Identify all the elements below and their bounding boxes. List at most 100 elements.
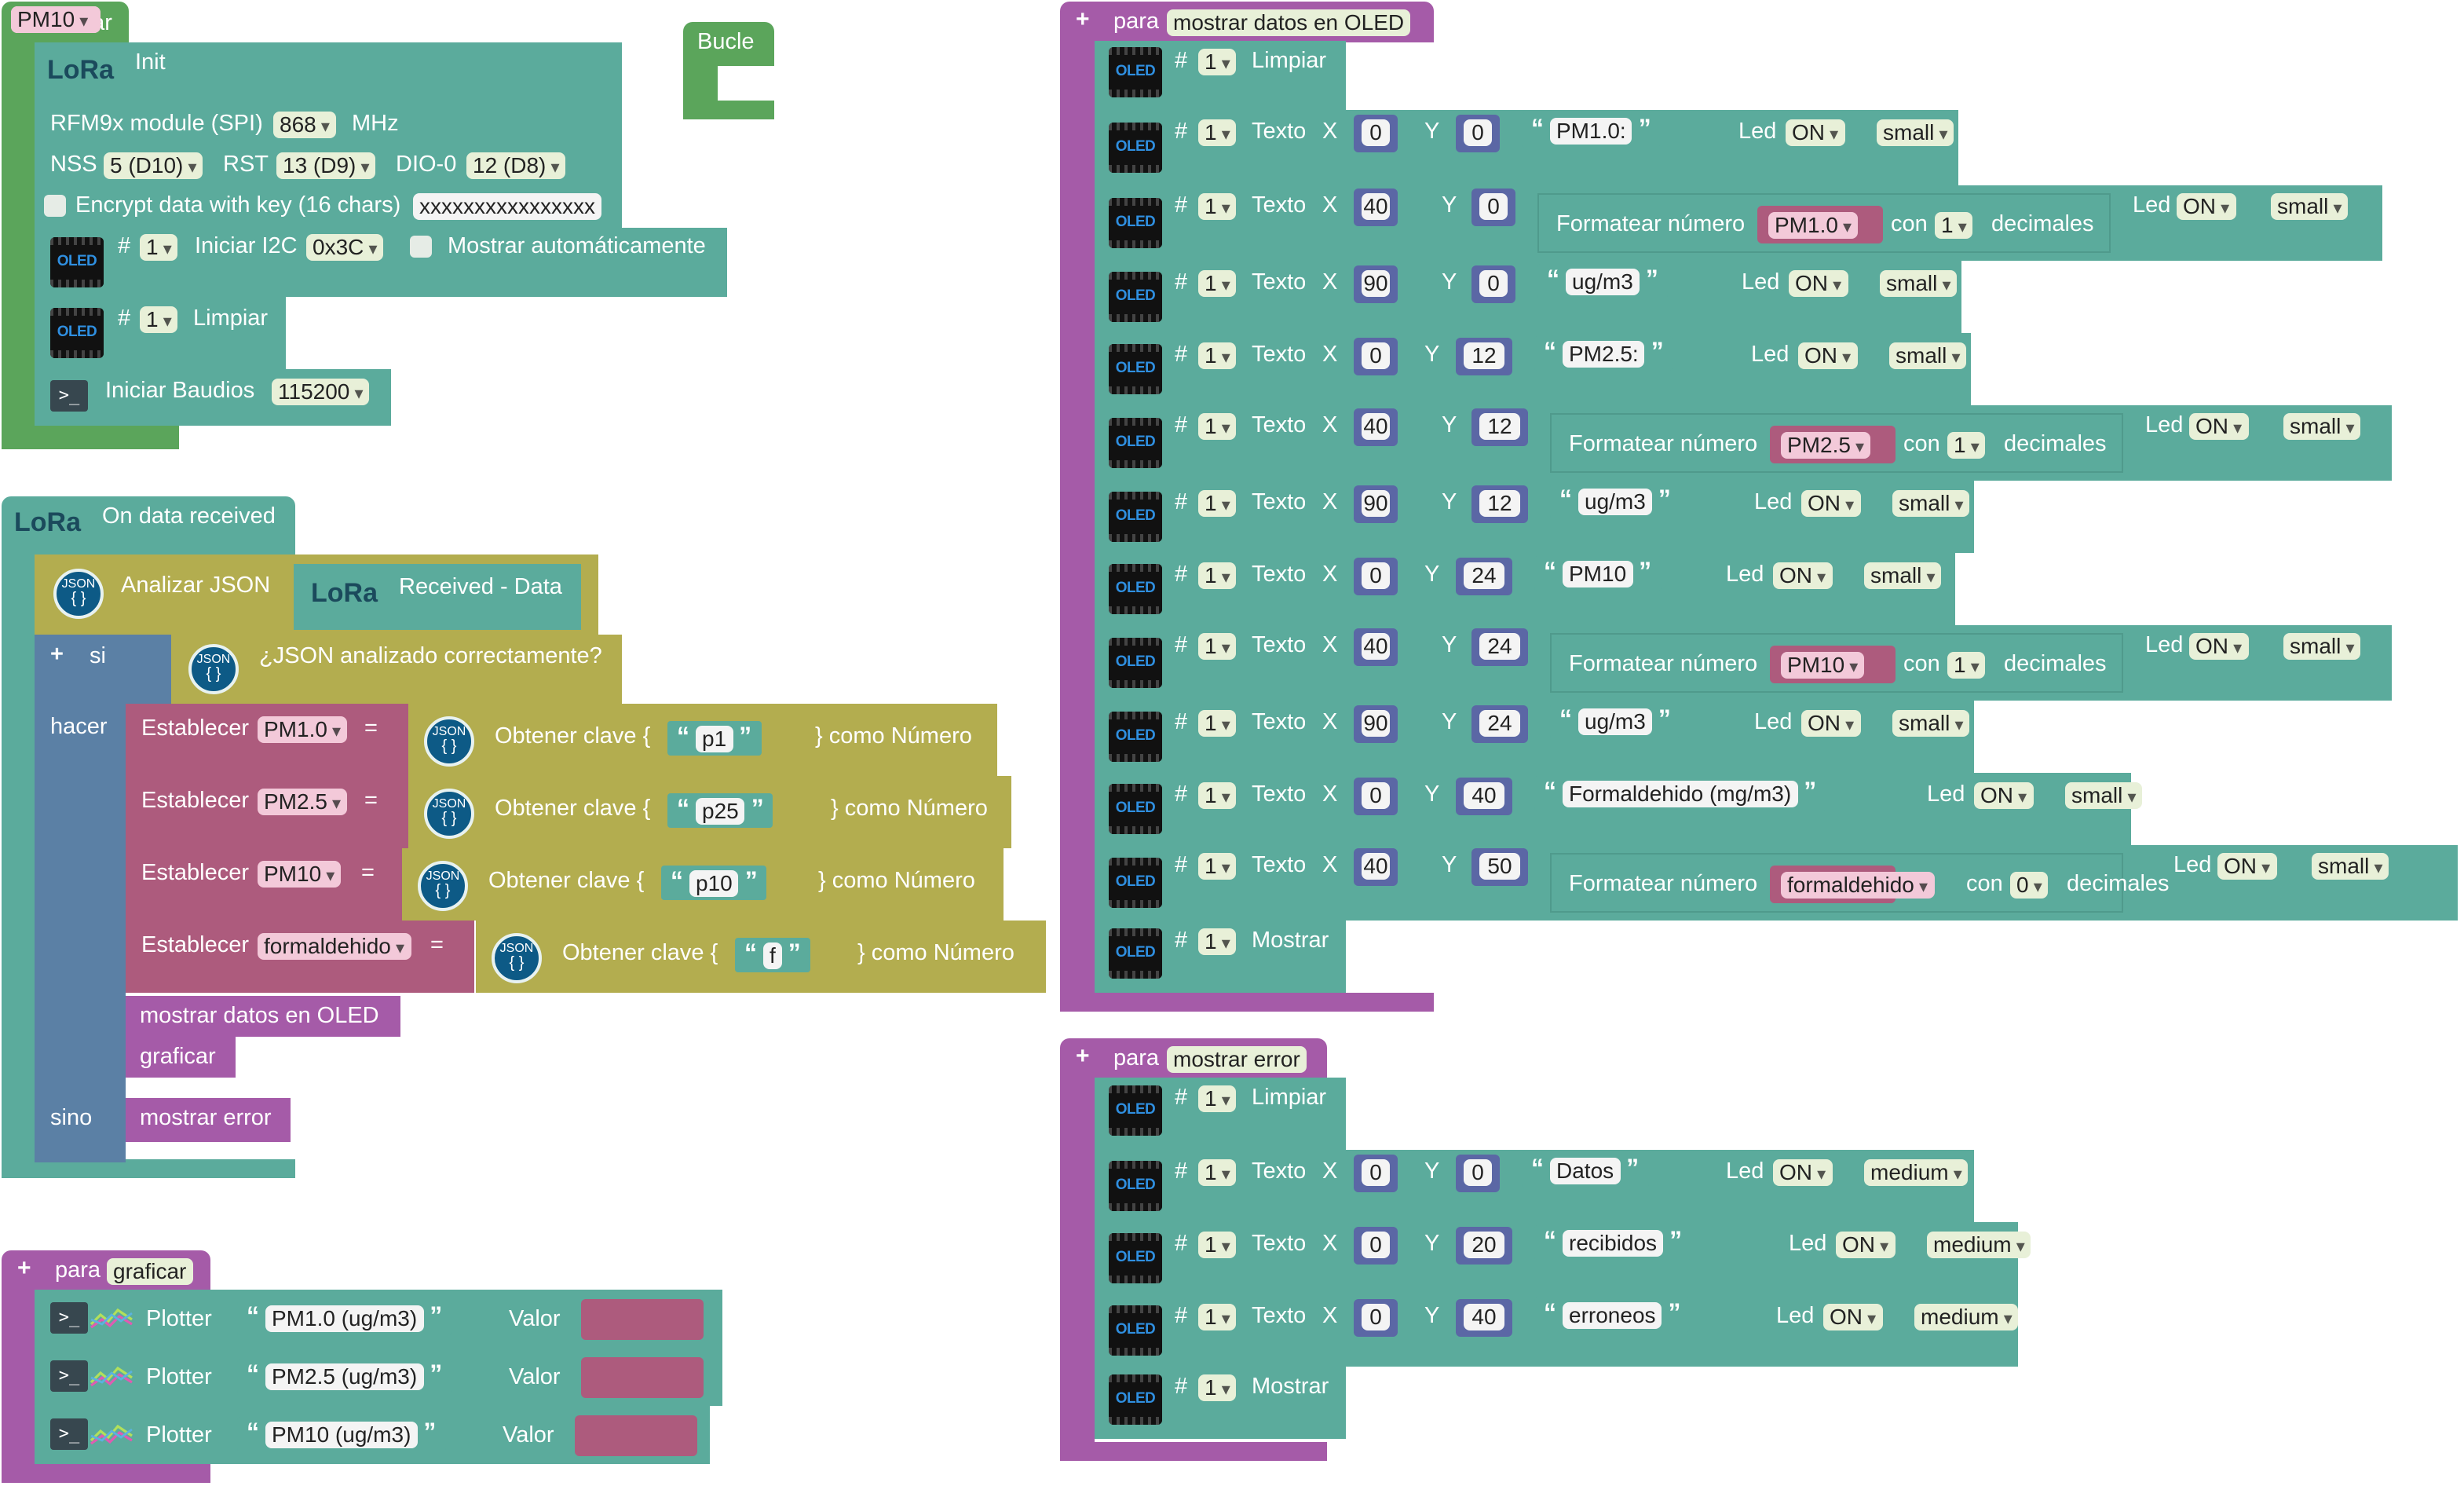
size-dropdown[interactable]: medium <box>1864 1159 1969 1186</box>
plus-icon[interactable]: + <box>1076 6 1090 35</box>
oled-num-dropdown[interactable]: 1 <box>1198 270 1237 297</box>
string-value[interactable]: ug/m3 <box>1578 708 1652 734</box>
variable-dropdown[interactable]: PM1.0 <box>258 716 348 743</box>
string-value[interactable]: PM10 <box>1563 560 1633 587</box>
led-dropdown[interactable]: ON <box>1801 490 1861 517</box>
variable-dropdown[interactable]: formaldehido <box>258 933 411 960</box>
string-block[interactable]: “ug/m3” <box>1550 704 1680 738</box>
string-value[interactable]: Formaldehido (mg/m3) <box>1563 780 1798 807</box>
size-dropdown[interactable]: small <box>2312 853 2389 880</box>
oled-num-dropdown[interactable]: 1 <box>1198 490 1237 517</box>
string-value[interactable]: PM1.0: <box>1550 117 1632 144</box>
number-value[interactable]: 12 <box>1464 342 1504 369</box>
string-value[interactable]: Datos <box>1550 1157 1621 1184</box>
led-dropdown[interactable]: ON <box>1773 1159 1833 1186</box>
led-dropdown[interactable]: ON <box>1801 710 1861 737</box>
string-value[interactable]: PM1.0 (ug/m3) <box>265 1305 424 1331</box>
number-value[interactable]: 50 <box>1479 853 1520 880</box>
y-number-block[interactable]: 0 <box>1456 1155 1500 1192</box>
y-number-block[interactable]: 0 <box>1471 265 1515 303</box>
number-value[interactable]: 24 <box>1464 562 1504 589</box>
oled-num-dropdown[interactable]: 1 <box>1198 562 1237 589</box>
number-value[interactable]: 0 <box>1362 342 1390 369</box>
number-value[interactable]: 24 <box>1479 633 1520 660</box>
variable-get-block[interactable] <box>581 1299 704 1340</box>
size-dropdown[interactable]: small <box>1864 562 1942 589</box>
x-number-block[interactable]: 90 <box>1354 705 1398 743</box>
baud-dropdown[interactable]: 115200 <box>272 379 370 405</box>
number-value[interactable]: 0 <box>1362 1304 1390 1330</box>
rst-dropdown[interactable]: 13 (D9) <box>276 152 376 179</box>
y-number-block[interactable]: 24 <box>1471 705 1528 743</box>
y-number-block[interactable]: 50 <box>1471 848 1528 886</box>
led-dropdown[interactable]: ON <box>2189 413 2249 440</box>
blockly-workspace[interactable]: InicializarLoRaInitRFM9x module (SPI)868… <box>0 0 2464 1486</box>
variable-dropdown[interactable]: formaldehido <box>1781 872 1935 899</box>
x-number-block[interactable]: 0 <box>1354 115 1398 152</box>
led-dropdown[interactable]: ON <box>1773 562 1833 589</box>
y-number-block[interactable]: 0 <box>1471 188 1515 226</box>
size-dropdown[interactable]: medium <box>1927 1232 2031 1258</box>
variable-dropdown[interactable]: PM10 <box>258 861 342 888</box>
led-dropdown[interactable]: ON <box>1786 119 1845 146</box>
key-string-block[interactable]: “f” <box>735 938 810 972</box>
size-dropdown[interactable]: small <box>2065 782 2143 809</box>
number-value[interactable]: 40 <box>1464 1304 1504 1330</box>
string-value[interactable]: p25 <box>696 797 745 824</box>
y-number-block[interactable]: 24 <box>1456 558 1512 595</box>
led-dropdown[interactable]: ON <box>2177 193 2236 220</box>
string-block[interactable]: “Datos” <box>1522 1153 1649 1188</box>
size-dropdown[interactable]: small <box>1880 270 1958 297</box>
size-dropdown[interactable]: small <box>2271 193 2349 220</box>
decimals-dropdown[interactable]: 0 <box>2010 872 2049 899</box>
led-dropdown[interactable]: ON <box>1789 270 1848 297</box>
led-dropdown[interactable]: ON <box>2189 633 2249 660</box>
decimals-dropdown[interactable]: 1 <box>1935 212 1973 239</box>
string-value[interactable]: ug/m3 <box>1566 268 1640 295</box>
oled-num-dropdown[interactable]: 1 <box>1198 193 1237 220</box>
key-string-block[interactable]: “p10” <box>661 866 767 900</box>
variable-get-block[interactable] <box>581 1357 704 1398</box>
x-number-block[interactable]: 40 <box>1354 188 1398 226</box>
y-number-block[interactable]: 24 <box>1471 628 1528 666</box>
decimals-dropdown[interactable]: 1 <box>1947 652 1986 679</box>
key-string-block[interactable]: “ p25” <box>667 793 773 828</box>
string-value[interactable]: f <box>763 942 782 968</box>
freq-dropdown[interactable]: 868 <box>273 112 336 138</box>
variable-get-block[interactable]: PM2.5 <box>1770 426 1896 463</box>
number-value[interactable]: 40 <box>1362 853 1390 880</box>
x-number-block[interactable]: 90 <box>1354 485 1398 523</box>
number-value[interactable]: 12 <box>1479 490 1520 517</box>
size-dropdown[interactable]: small <box>1889 342 1967 369</box>
oled-num-dropdown[interactable]: 1 <box>1198 633 1237 660</box>
size-dropdown[interactable]: small <box>1892 710 1970 737</box>
oled-num-dropdown[interactable]: 1 <box>1198 928 1237 955</box>
oled-num-dropdown[interactable]: 1 <box>1198 710 1237 737</box>
plus-icon[interactable]: + <box>1076 1043 1090 1071</box>
string-block[interactable]: “ug/m3” <box>1537 264 1668 298</box>
string-block[interactable]: “ recibidos” <box>1534 1225 1692 1260</box>
string-value[interactable]: PM2.5: <box>1563 340 1645 367</box>
number-value[interactable]: 0 <box>1479 193 1508 220</box>
oled-num-dropdown[interactable]: 1 <box>1198 782 1237 809</box>
variable-dropdown[interactable]: PM2.5 <box>258 789 348 815</box>
string-value[interactable]: recibidos <box>1563 1229 1664 1256</box>
oled-num-dropdown[interactable]: 1 <box>1198 1232 1237 1258</box>
variable-get-block[interactable]: formaldehido <box>1770 866 1935 903</box>
size-dropdown[interactable]: medium <box>1914 1304 2019 1330</box>
number-value[interactable]: 0 <box>1464 119 1492 146</box>
x-number-block[interactable]: 90 <box>1354 265 1398 303</box>
number-value[interactable]: 90 <box>1362 270 1390 297</box>
string-value[interactable]: p10 <box>689 869 739 896</box>
string-value[interactable]: PM10 (ug/m3) <box>265 1421 418 1448</box>
variable-dropdown[interactable]: PM10 <box>11 6 95 33</box>
variable-get-block[interactable]: PM1.0 <box>1757 206 1883 243</box>
variable-dropdown[interactable]: PM2.5 <box>1781 432 1871 459</box>
number-value[interactable]: 0 <box>1362 562 1390 589</box>
plot-title-string[interactable]: “PM10 (ug/m3)” <box>237 1417 446 1451</box>
y-number-block[interactable]: 40 <box>1456 778 1512 815</box>
led-dropdown[interactable]: ON <box>2217 853 2277 880</box>
nss-dropdown[interactable]: 5 (D10) <box>104 152 203 179</box>
string-value[interactable]: PM2.5 (ug/m3) <box>265 1363 424 1389</box>
oled-num-dropdown[interactable]: 1 <box>1198 1085 1237 1112</box>
